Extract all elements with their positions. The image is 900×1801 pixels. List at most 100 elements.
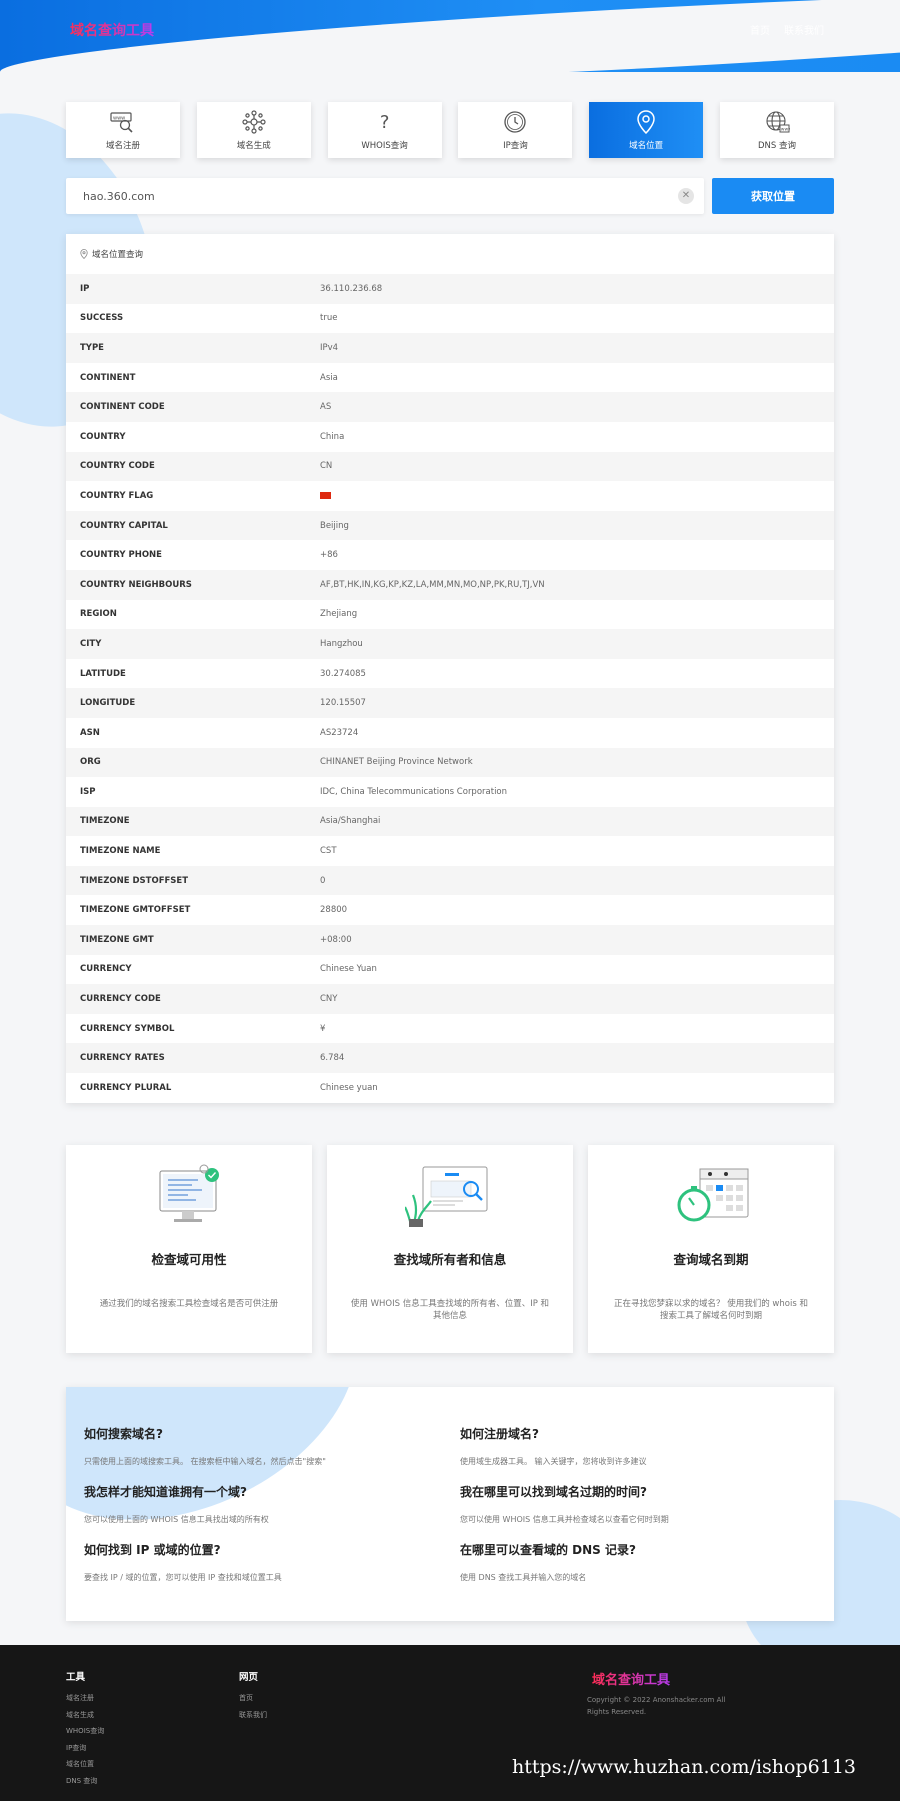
result-table: 域名位置查询 IP 36.110.236.68 SUCCESS true TYPE IPv… bbox=[66, 234, 834, 1103]
row-key: TIMEZONE GMTOFFSET bbox=[80, 905, 191, 916]
row-value: AF,BT,HK,IN,KG,KP,KZ,LA,MM,MN,MO,NP,PK,R… bbox=[320, 579, 545, 590]
feature-title: 查找域所有者和信息 bbox=[393, 1251, 507, 1267]
row-value: 28800 bbox=[320, 905, 348, 916]
footer-link[interactable]: 首页 bbox=[239, 1693, 267, 1703]
faq-answer: 您可以使用上面的 WHOIS 信息工具找出域的所有权 bbox=[84, 1514, 269, 1524]
footer-link[interactable]: IP查询 bbox=[66, 1743, 104, 1753]
row-value: AS23724 bbox=[320, 727, 359, 738]
location-pin-icon bbox=[633, 109, 659, 135]
faq-question: 我怎样才能知道谁拥有一个域? bbox=[84, 1484, 247, 1499]
row-value: 120.15507 bbox=[320, 698, 366, 709]
feature-card: 查询域名到期 正在寻找您梦寐以求的域名？ 使用我们的 whois 和搜索工具了解… bbox=[588, 1144, 834, 1353]
row-key: ISP bbox=[80, 786, 96, 797]
clock-icon bbox=[502, 109, 528, 135]
domain-search-icon: www bbox=[110, 109, 136, 135]
table-row: CITY Hangzhou bbox=[66, 629, 834, 659]
row-value: Beijing bbox=[320, 520, 349, 531]
footer-link[interactable]: DNS 查询 bbox=[66, 1776, 104, 1786]
row-value: Asia/Shanghai bbox=[320, 816, 381, 827]
svg-text:www: www bbox=[781, 128, 790, 133]
result-rows: IP 36.110.236.68 SUCCESS true TYPE IPv4 CONTIN… bbox=[66, 274, 834, 1103]
site-logo[interactable]: 域名查询工具 bbox=[70, 20, 154, 40]
watermark-text: https://www.huzhan.com/ishop6113 bbox=[511, 1756, 856, 1778]
row-key: CITY bbox=[80, 638, 102, 649]
faq-answer: 使用域生成器工具。 输入关键字，您将收到许多建议 bbox=[460, 1456, 647, 1466]
search-row: ✕ 获取位置 bbox=[66, 178, 834, 214]
faq-answer: 使用 DNS 查找工具并输入您的域名 bbox=[460, 1572, 587, 1582]
footer-copyright: Copyright © 2022 Anonshacker.com All Rig… bbox=[587, 1696, 726, 1716]
row-value: 30.274085 bbox=[320, 668, 366, 679]
location-pin-icon bbox=[80, 249, 88, 260]
footer-link[interactable]: 域名注册 bbox=[66, 1693, 104, 1703]
table-row: CURRENCY CODE CNY bbox=[66, 984, 834, 1014]
row-value: true bbox=[320, 313, 338, 324]
table-row: REGION Zhejiang bbox=[66, 600, 834, 630]
row-key: COUNTRY FLAG bbox=[80, 490, 154, 501]
row-key: CONTINENT CODE bbox=[80, 402, 165, 413]
feature-desc: 通过我们的域名搜索工具检查域名是否可供注册 bbox=[99, 1298, 279, 1309]
row-key: CONTINENT bbox=[80, 372, 136, 383]
faq-answer: 只需使用上面的域搜索工具。 在搜索框中输入域名，然后点击"搜索" bbox=[84, 1456, 326, 1466]
clear-icon[interactable]: ✕ bbox=[678, 188, 694, 204]
footer-link[interactable]: 域名生成 bbox=[66, 1710, 104, 1720]
row-key: LONGITUDE bbox=[80, 698, 136, 709]
faq-item: 如何搜索域名? 只需使用上面的域搜索工具。 在搜索框中输入域名，然后点击"搜索" bbox=[84, 1425, 440, 1483]
tab-ip-lookup[interactable]: IP查询 bbox=[458, 102, 573, 158]
tab-domain-generate[interactable]: 域名生成 bbox=[196, 102, 311, 158]
row-key: CURRENCY PLURAL bbox=[80, 1082, 172, 1093]
footer-link[interactable]: WHOIS查询 bbox=[66, 1726, 104, 1736]
faq-question: 如何注册域名? bbox=[460, 1426, 539, 1441]
nav-contact[interactable]: 联系我们 bbox=[784, 22, 824, 37]
faq-question: 如何搜索域名? bbox=[84, 1426, 163, 1441]
top-nav: 首页 联系我们 bbox=[750, 22, 824, 37]
table-row: TIMEZONE GMTOFFSET 28800 bbox=[66, 895, 834, 925]
faq-answer: 您可以使用 WHOIS 信息工具并检查域名以查看它何时到期 bbox=[460, 1514, 669, 1524]
faq-item: 我在哪里可以找到域名过期的时间? 您可以使用 WHOIS 信息工具并检查域名以查看… bbox=[460, 1483, 816, 1541]
row-value: AS bbox=[320, 402, 332, 413]
domain-input[interactable] bbox=[66, 189, 704, 203]
faq-answer: 要查找 IP / 域的位置，您可以使用 IP 查找和域位置工具 bbox=[84, 1572, 282, 1582]
faq-section: 如何搜索域名? 只需使用上面的域搜索工具。 在搜索框中输入域名，然后点击"搜索" … bbox=[66, 1386, 834, 1621]
table-row: CURRENCY SYMBOL ¥ bbox=[66, 1014, 834, 1044]
row-value: Chinese yuan bbox=[320, 1082, 378, 1093]
table-row: TIMEZONE GMT +08:00 bbox=[66, 925, 834, 955]
tab-dns-lookup[interactable]: www DNS 查询 bbox=[719, 102, 834, 158]
row-key: LATITUDE bbox=[80, 668, 126, 679]
footer-column-title: 工具 bbox=[66, 1672, 86, 1683]
table-row: COUNTRY FLAG bbox=[66, 481, 834, 511]
table-row: LATITUDE 30.274085 bbox=[66, 659, 834, 689]
table-row: CONTINENT CODE AS bbox=[66, 392, 834, 422]
tab-label: 域名注册 bbox=[105, 141, 140, 151]
tab-domain-location[interactable]: 域名位置 bbox=[589, 102, 704, 158]
footer-logo[interactable]: 域名查询工具 bbox=[592, 1669, 670, 1688]
table-row: TIMEZONE DSTOFFSET 0 bbox=[66, 865, 834, 896]
nav-home[interactable]: 首页 bbox=[750, 22, 770, 37]
row-key: COUNTRY CAPITAL bbox=[80, 520, 168, 531]
row-value bbox=[320, 491, 331, 501]
table-row: COUNTRY PHONE +86 bbox=[66, 540, 834, 570]
monitor-check-icon bbox=[144, 1163, 234, 1227]
result-title: 域名位置查询 bbox=[92, 250, 144, 260]
tab-whois[interactable]: ? WHOIS查询 bbox=[327, 102, 442, 158]
row-key: CURRENCY RATES bbox=[80, 1053, 165, 1064]
tab-domain-register[interactable]: www 域名注册 bbox=[66, 102, 180, 158]
row-key: IP bbox=[80, 283, 90, 294]
calendar-timer-icon bbox=[666, 1163, 756, 1227]
get-location-button[interactable]: 获取位置 bbox=[712, 178, 834, 214]
globe-icon: www bbox=[764, 109, 790, 135]
row-key: CURRENCY bbox=[80, 964, 132, 975]
feature-desc: 使用 WHOIS 信息工具查找域的所有者、位置、IP 和其他信息 bbox=[350, 1298, 550, 1322]
faq-item: 如何注册域名? 使用域生成器工具。 输入关键字，您将收到许多建议 bbox=[460, 1425, 816, 1483]
footer-tools-column: 工具 域名注册 域名生成 WHOIS查询 IP查询 域名位置 DNS 查询 bbox=[66, 1669, 104, 1792]
footer-link[interactable]: 域名位置 bbox=[66, 1759, 104, 1769]
footer-link[interactable]: 联系我们 bbox=[239, 1710, 267, 1720]
table-row: TIMEZONE NAME CST bbox=[66, 836, 834, 866]
feature-title: 查询域名到期 bbox=[673, 1251, 749, 1267]
row-value: +08:00 bbox=[320, 934, 352, 945]
tab-label: IP查询 bbox=[503, 141, 528, 151]
search-box: ✕ bbox=[66, 178, 704, 214]
table-row: SUCCESS true bbox=[66, 304, 834, 334]
tab-label: WHOIS查询 bbox=[361, 141, 408, 151]
feature-card: 查找域所有者和信息 使用 WHOIS 信息工具查找域的所有者、位置、IP 和其他… bbox=[327, 1144, 573, 1353]
faq-question: 在哪里可以查看域的 DNS 记录? bbox=[460, 1542, 636, 1557]
